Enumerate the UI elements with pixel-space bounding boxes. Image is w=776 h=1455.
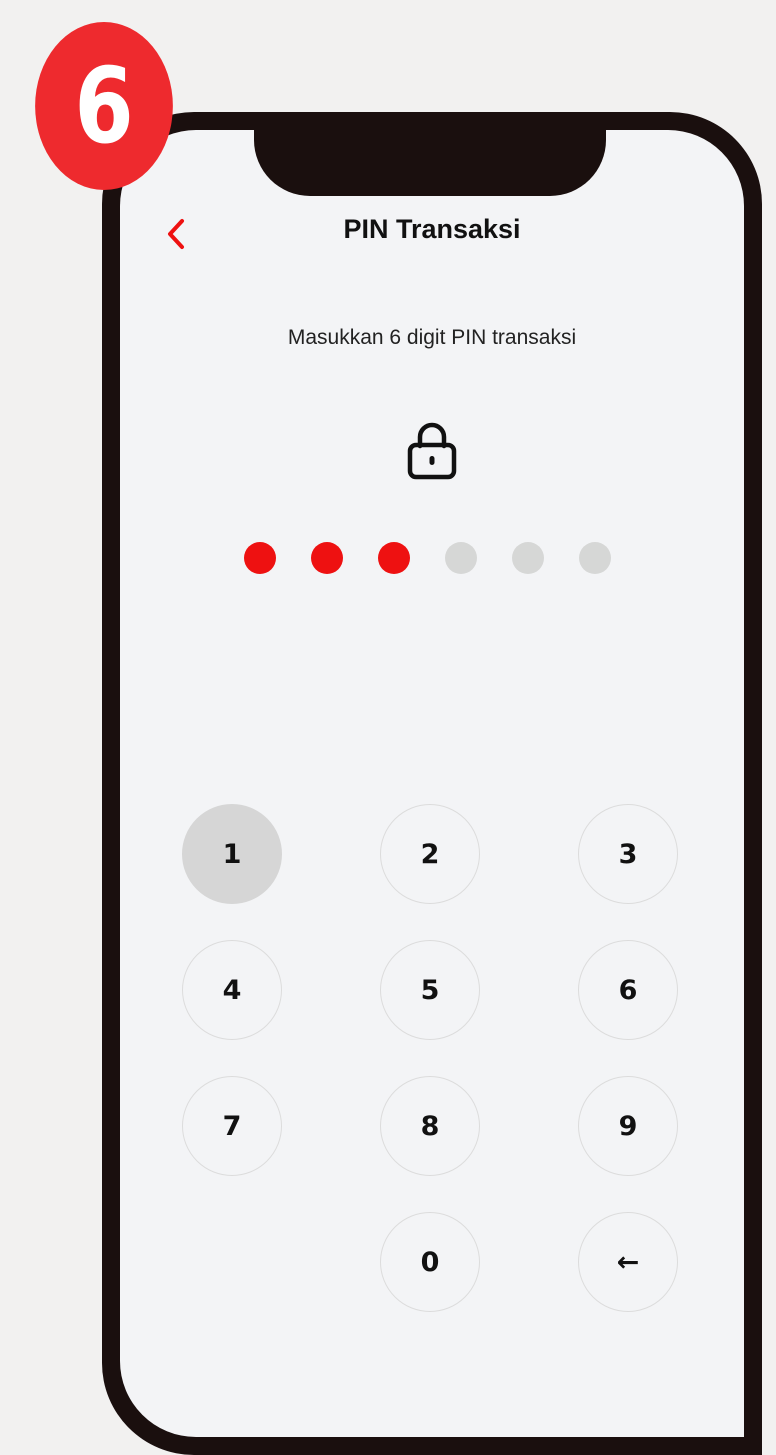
lock-icon: [407, 422, 457, 480]
backspace-button[interactable]: ←: [578, 1212, 678, 1312]
key-5[interactable]: 5: [380, 940, 480, 1040]
pin-indicator: [244, 542, 611, 574]
key-2[interactable]: 2: [380, 804, 480, 904]
key-4[interactable]: 4: [182, 940, 282, 1040]
app-screen: PIN Transaksi Masukkan 6 digit PIN trans…: [120, 130, 744, 1437]
key-0[interactable]: 0: [380, 1212, 480, 1312]
phone-notch: [254, 130, 606, 196]
pin-dot-empty: [512, 542, 544, 574]
pin-dot-filled: [311, 542, 343, 574]
key-6[interactable]: 6: [578, 940, 678, 1040]
pin-dot-filled: [378, 542, 410, 574]
key-3[interactable]: 3: [578, 804, 678, 904]
pin-dot-filled: [244, 542, 276, 574]
pin-prompt: Masukkan 6 digit PIN transaksi: [287, 326, 577, 349]
pin-dot-empty: [445, 542, 477, 574]
step-number-badge: 6: [35, 22, 173, 190]
pin-dot-empty: [579, 542, 611, 574]
page-title: PIN Transaksi: [343, 214, 521, 244]
arrow-left-icon: ←: [616, 1246, 640, 1278]
key-1[interactable]: 1: [182, 804, 282, 904]
key-7[interactable]: 7: [182, 1076, 282, 1176]
key-8[interactable]: 8: [380, 1076, 480, 1176]
key-9[interactable]: 9: [578, 1076, 678, 1176]
phone-frame: PIN Transaksi Masukkan 6 digit PIN trans…: [102, 112, 762, 1455]
